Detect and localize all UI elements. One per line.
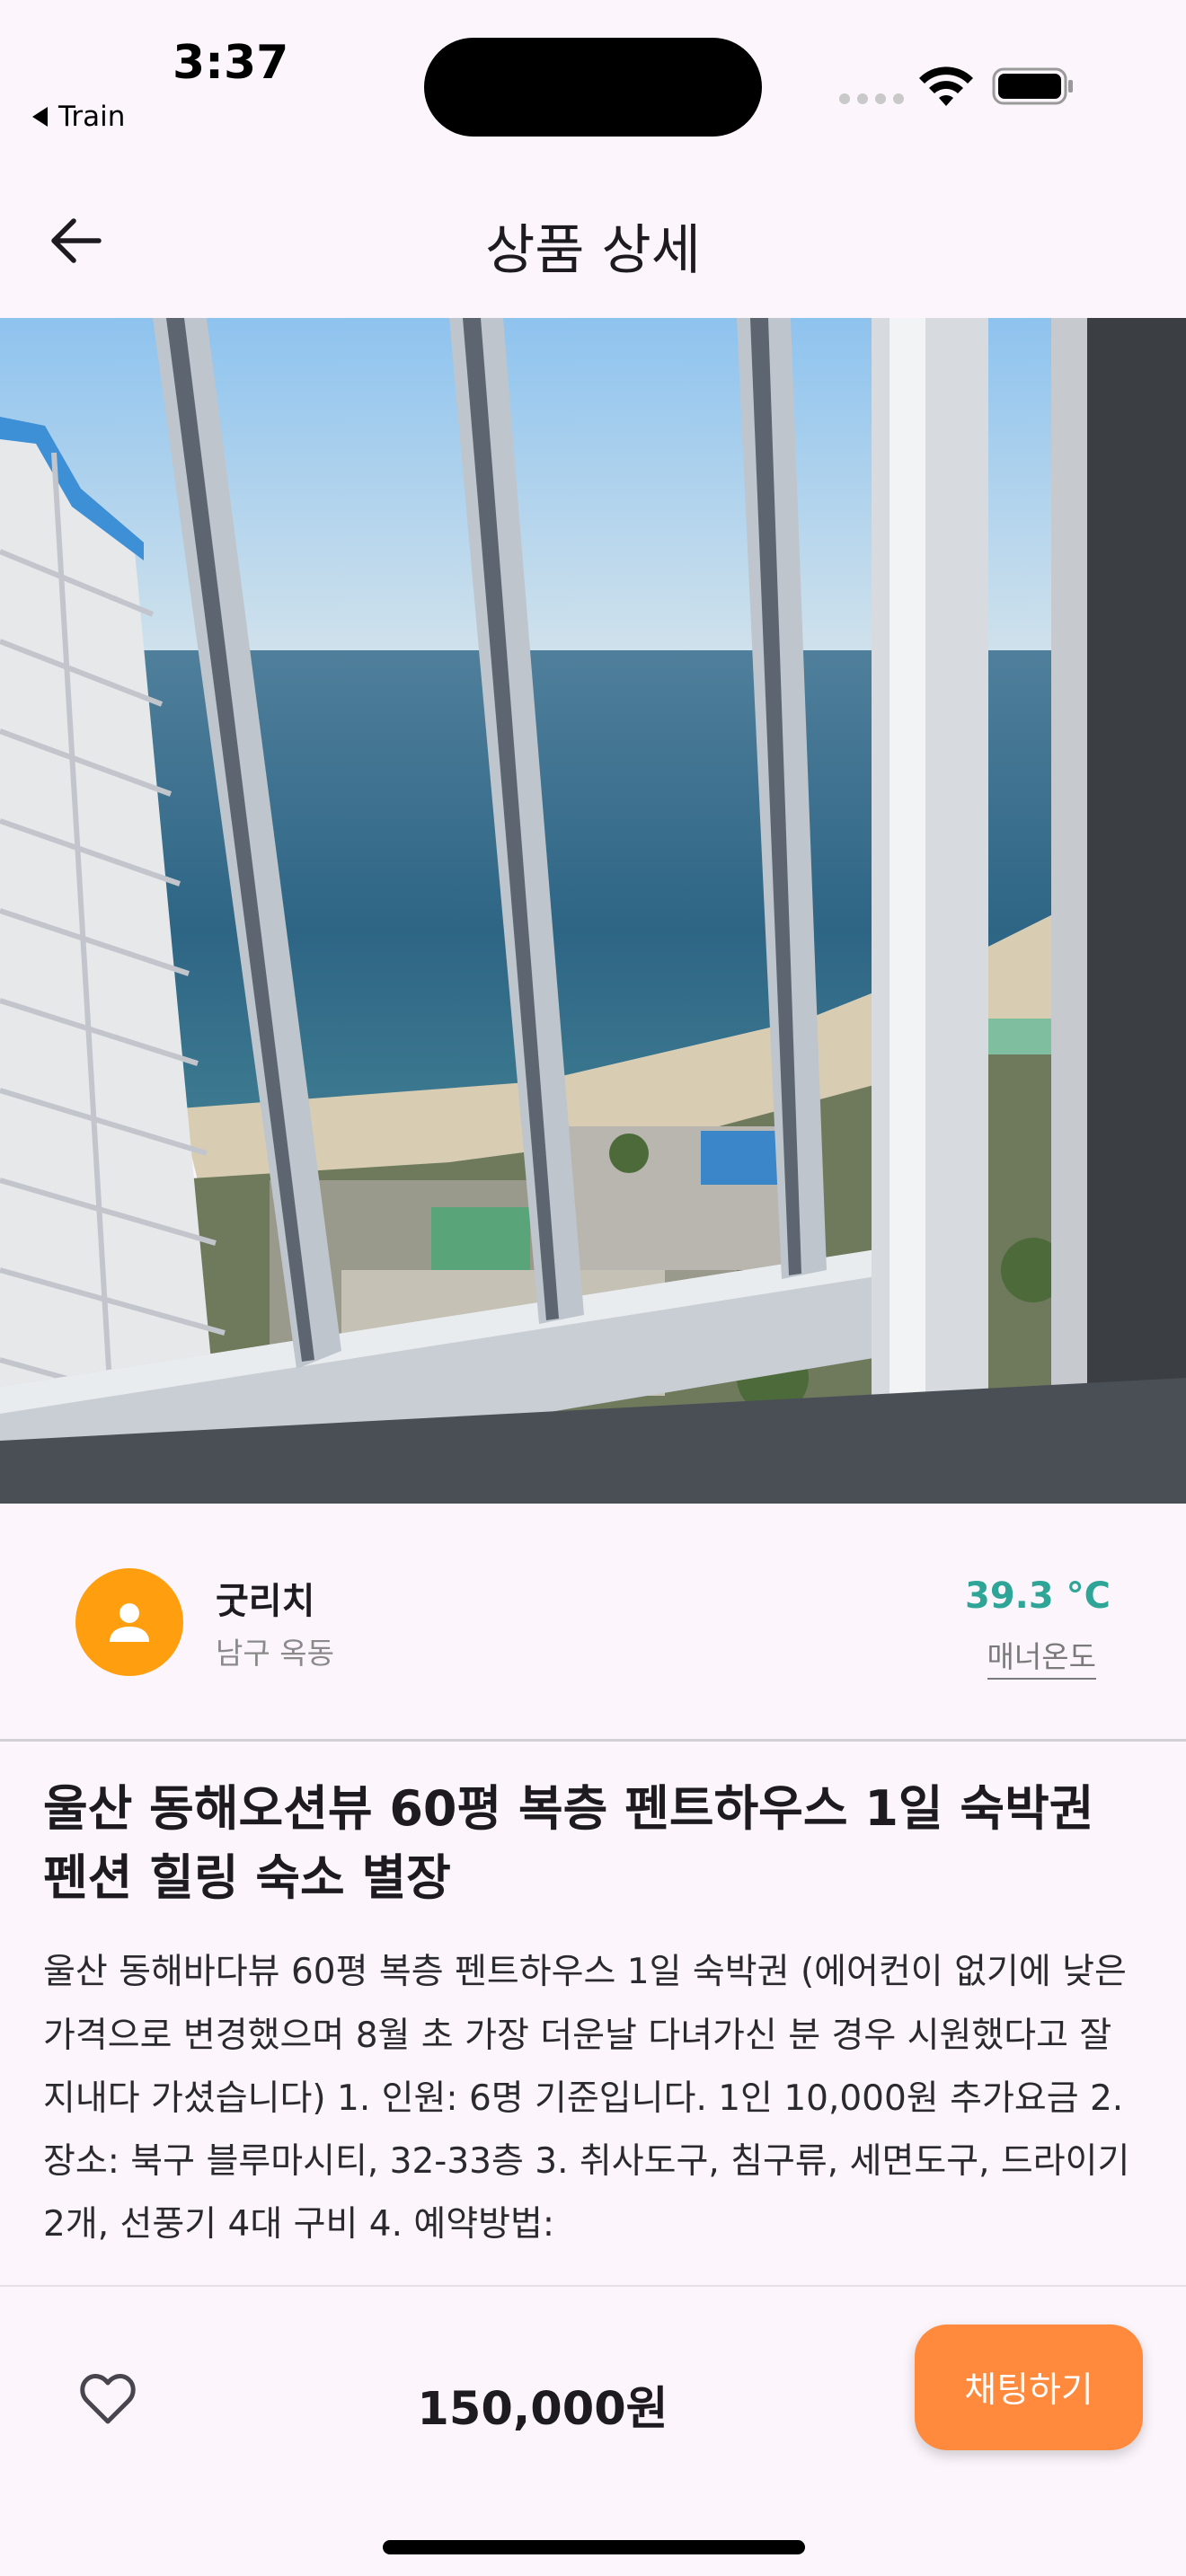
cellular-signal-icon [839,93,904,104]
avatar [75,1568,183,1676]
wifi-icon [919,66,973,106]
dynamic-island [424,38,762,137]
manner-temperature-value: 39.3 °C [965,1575,1111,1617]
battery-icon [992,67,1073,105]
ocean-view-photo [0,318,1186,1504]
home-indicator[interactable] [383,2540,805,2554]
bottom-action-bar: 150,000원 채팅하기 [0,2285,1186,2576]
app-bar: 상품 상세 [0,171,1186,318]
status-back-to-app[interactable]: Train [32,101,125,133]
chat-button[interactable]: 채팅하기 [915,2325,1143,2450]
status-time: 3:37 [173,36,289,90]
person-icon [110,1603,149,1642]
product-detail-screen: 3:37 Train 상품 상세 굿리치 남구 옥동 39.3 °C 매너온도 … [0,0,1186,2576]
product-title: 울산 동해오션뷰 60평 복층 펜트하우스 1일 숙박권 펜션 힐링 숙소 별장 [43,1780,1094,1906]
product-description: 울산 동해바다뷰 60평 복층 펜트하우스 1일 숙박권 (에어컨이 없기에 낮… [43,1952,1130,2245]
seller-location: 남구 옥동 [216,1636,334,1671]
seller-name: 굿리치 [216,1581,315,1622]
divider [0,1739,1186,1742]
product-content: 울산 동해오션뷰 60평 복층 펜트하우스 1일 숙박권 펜션 힐링 숙소 별장… [43,1775,1148,2287]
status-back-label: Train [58,101,126,133]
page-title: 상품 상세 [485,219,701,282]
manner-temperature-label[interactable]: 매너온도 [987,1633,1096,1680]
product-photo[interactable] [0,318,1186,1504]
seller-info[interactable]: 굿리치 남구 옥동 39.3 °C 매너온도 [0,1504,1186,1741]
back-triangle-icon [32,107,48,127]
